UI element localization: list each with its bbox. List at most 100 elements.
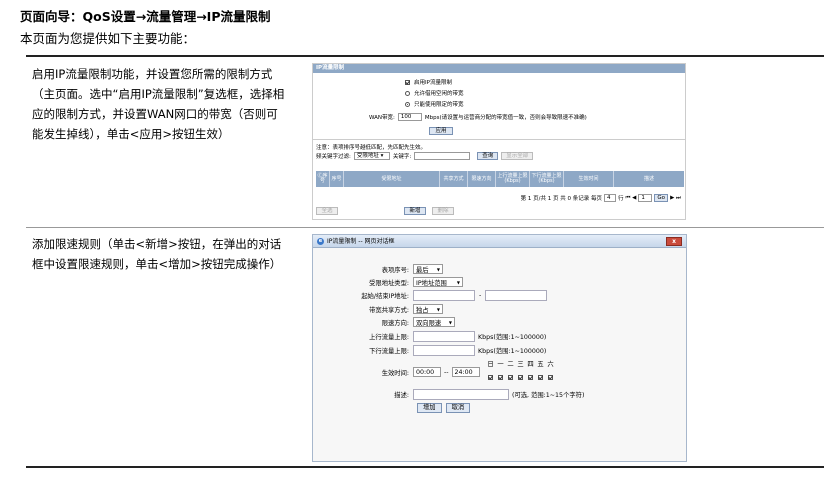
weekday-label: 日	[487, 361, 494, 368]
shared-radio[interactable]	[405, 90, 410, 96]
download-label: 下行流量上限:	[369, 348, 409, 355]
enable-checkbox[interactable]	[405, 79, 410, 85]
table-actions: 全选 新增 删除	[316, 207, 454, 215]
order-row: 表项序号: 最后 ▼	[313, 264, 443, 274]
enable-option[interactable]: 启用IP流量限制	[405, 78, 452, 86]
desc-line: 应的限制方式，并设置WAN网口的带宽（否则可	[32, 107, 278, 121]
filter-select[interactable]: 受限地址 ▾	[353, 152, 390, 160]
start-time-select[interactable]: 00:00	[413, 367, 441, 377]
chevron-down-icon: ▼	[436, 266, 440, 272]
ip-range-row: 起始/结束IP地址: -	[313, 290, 548, 301]
ip-range-label: 起始/结束IP地址:	[361, 293, 409, 300]
description-label: 描述:	[394, 392, 409, 399]
download-input[interactable]	[413, 345, 475, 356]
description-hint: (可选, 范围:1~15个字符)	[512, 392, 585, 399]
pager: 第 1 页/共 1 页 共 0 条记录 每页 4 行 ⏮ ◀ 1 Go ▶ ⏭	[521, 194, 681, 202]
note-text: 注意：表项排序号越低匹配，先匹配先生效。	[316, 145, 427, 151]
shared-option[interactable]: 允许借用空闲的带宽	[405, 89, 464, 97]
show-all-button[interactable]: 显示全部	[501, 152, 534, 160]
panel-title: IP流量限制	[313, 64, 685, 73]
apply-button[interactable]: 应用	[429, 127, 453, 135]
go-button[interactable]: Go	[654, 194, 669, 202]
weekday-checkbox[interactable]	[518, 375, 523, 380]
page-input[interactable]: 1	[638, 194, 653, 202]
addr-type-select[interactable]: IP地址范围 ▼	[413, 277, 463, 287]
share-label: 带宽共享方式:	[369, 306, 409, 314]
weekday-label: 四	[527, 361, 534, 368]
middle-divider	[26, 227, 824, 228]
keyword-input[interactable]	[414, 152, 471, 160]
column-header: 描述	[643, 175, 654, 182]
keyword-label: 关键字:	[392, 154, 412, 160]
direction-label: 限速方向:	[381, 319, 409, 327]
desc-line: 框中设置限速规则，单击<增加>按钮完成操作）	[32, 257, 282, 271]
weekday-label: 三	[517, 361, 524, 368]
dialog-titlebar: e IP流量限制 -- 网页对话框 x	[313, 235, 686, 248]
share-select[interactable]: 独占 ▼	[413, 304, 443, 314]
end-ip-input[interactable]	[485, 290, 548, 301]
weekday-checkbox[interactable]	[528, 375, 533, 380]
upload-hint: Kbps(范围:1~100000)	[478, 334, 547, 341]
limit-option[interactable]: 只能使用限定的带宽	[405, 100, 464, 108]
cancel-button[interactable]: 取消	[445, 403, 471, 413]
weekday-label: 六	[547, 361, 554, 368]
column-header: 限速方向	[468, 171, 496, 187]
weekday-checkbox[interactable]	[498, 375, 503, 380]
panel-divider	[313, 139, 685, 140]
column-header: 生效时间	[564, 171, 614, 187]
description-row: 描述: (可选, 范围:1~15个字符)	[313, 389, 584, 400]
bottom-divider	[26, 466, 824, 468]
delete-button[interactable]: 删除	[432, 207, 454, 215]
next-last-icon[interactable]: ▶ ⏭	[670, 195, 681, 202]
enable-label: 启用IP流量限制	[414, 80, 452, 86]
close-icon[interactable]: x	[666, 237, 682, 246]
chevron-down-icon: ▼	[448, 319, 452, 325]
chevron-down-icon: ▼	[456, 279, 460, 285]
add-rule-dialog-screenshot: e IP流量限制 -- 网页对话框 x 表项序号: 最后 ▼ 受限地址类型: IP…	[312, 234, 687, 462]
direction-select[interactable]: 双向限速 ▼	[413, 317, 455, 327]
confirm-add-button[interactable]: 增加	[417, 403, 442, 413]
download-hint: Kbps(范围:1~100000)	[478, 348, 547, 355]
limit-radio[interactable]	[405, 101, 410, 107]
upload-limit-row: 上行流量上限: Kbps(范围:1~100000)	[313, 331, 546, 342]
weekday-checkbox[interactable]	[508, 375, 513, 380]
first-prev-icon[interactable]: ⏮ ◀	[625, 195, 636, 202]
per-page-input[interactable]: 4	[603, 194, 616, 202]
column-header: 下行流量上限(Kbps)	[530, 171, 564, 187]
upload-label: 上行流量上限:	[369, 334, 409, 341]
time-row: 生效时间: 00:00 -- 24:00	[313, 367, 480, 377]
browser-icon: e	[317, 237, 324, 245]
select-all-button[interactable]: 全选	[316, 207, 338, 215]
section1-description: 启用IP流量限制功能，并设置您所需的限制方式 （主页面。选中“启用IP流量限制”…	[32, 64, 308, 144]
order-label: 表项序号:	[381, 266, 409, 274]
addr-type-row: 受限地址类型: IP地址范围 ▼	[313, 277, 463, 287]
time-label: 生效时间:	[381, 369, 409, 377]
weekday-checkbox[interactable]	[488, 375, 493, 380]
description-input[interactable]	[413, 389, 509, 400]
time-sep: --	[444, 368, 449, 376]
weekday-labels: 日 一 二 三 四 五 六	[487, 359, 554, 368]
start-ip-input[interactable]	[413, 290, 475, 301]
rules-table-header: Ⓒ序号 序号 受限地址 共享方式 限速方向 上行流量上限(Kbps) 下行流量上…	[316, 171, 684, 187]
column-header: Ⓒ序号	[316, 171, 330, 187]
weekday-checkbox[interactable]	[548, 375, 553, 380]
direction-row: 限速方向: 双向限速 ▼	[313, 317, 455, 327]
column-header: 共享方式	[440, 171, 468, 187]
wan-input[interactable]: 100	[397, 113, 422, 121]
desc-line: 添加限速规则（单击<新增>按钮，在弹出的对话	[32, 237, 282, 251]
add-button[interactable]: 新增	[404, 207, 426, 215]
weekday-checkbox[interactable]	[538, 375, 543, 380]
search-button[interactable]: 查询	[477, 152, 499, 160]
end-time-select[interactable]: 24:00	[451, 367, 480, 377]
section2-description: 添加限速规则（单击<新增>按钮，在弹出的对话 框中设置限速规则，单击<增加>按钮…	[32, 234, 308, 274]
order-select[interactable]: 最后 ▼	[413, 264, 443, 274]
column-header: 受限地址	[344, 171, 440, 187]
download-limit-row: 下行流量上限: Kbps(范围:1~100000)	[313, 345, 546, 356]
weekday-label: 五	[537, 361, 544, 368]
shared-label: 允许借用空闲的带宽	[414, 91, 464, 97]
upload-input[interactable]	[413, 331, 475, 342]
page-intro: 本页面为您提供如下主要功能：	[20, 31, 196, 46]
filter-label: 频关键字过滤:	[316, 154, 351, 160]
limit-label: 只能使用限定的带宽	[414, 102, 464, 108]
weekday-label: 二	[507, 361, 514, 368]
